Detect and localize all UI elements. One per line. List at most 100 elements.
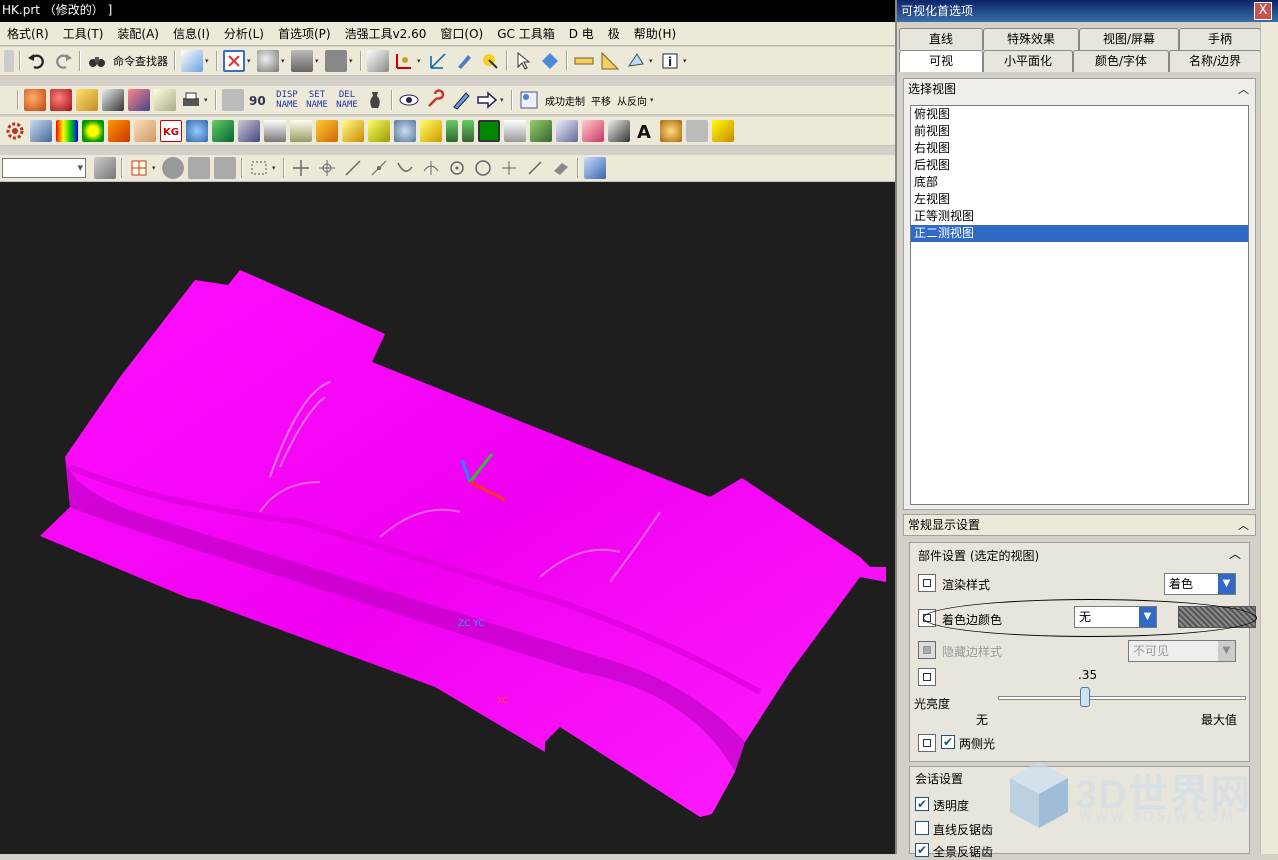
feature-icon[interactable] [188, 157, 210, 179]
grayed-icon[interactable] [686, 120, 708, 142]
printer-icon[interactable] [180, 89, 202, 111]
wrench-icon[interactable] [424, 89, 446, 111]
menu-tools[interactable]: 工具(T) [56, 23, 111, 45]
circle-center-icon[interactable] [446, 157, 468, 179]
part-icon[interactable] [94, 157, 116, 179]
list-item-front[interactable]: 前视图 [911, 123, 1248, 140]
menu-help[interactable]: 帮助(H) [627, 23, 683, 45]
snap-icon[interactable] [181, 50, 203, 72]
move-icon[interactable] [290, 157, 312, 179]
tab-lines[interactable]: 直线 [899, 28, 983, 50]
toolbar-edge-icon[interactable] [4, 50, 14, 72]
diamond-icon[interactable] [539, 50, 561, 72]
transparency-checkbox[interactable]: ✔ [915, 797, 929, 811]
faded-icon[interactable] [222, 89, 244, 111]
prt-icon[interactable] [238, 120, 260, 142]
measure-icon[interactable] [625, 50, 647, 72]
burst-icon[interactable] [342, 120, 364, 142]
list-item-trimetric[interactable]: 正二测视图 [911, 225, 1248, 242]
pipe-icon[interactable] [394, 120, 416, 142]
render-style-toggle[interactable] [918, 574, 936, 592]
tangent-icon[interactable] [420, 157, 442, 179]
yellow-block-icon[interactable] [76, 89, 98, 111]
menu-preferences[interactable]: 首选项(P) [271, 23, 338, 45]
two-sided-light-checkbox[interactable]: ✔ [941, 735, 955, 749]
success-button[interactable]: 成功走制 [545, 93, 585, 108]
list-item-back[interactable]: 后视图 [911, 157, 1248, 174]
close-icon[interactable]: X [1254, 2, 1272, 20]
two-sided-toggle[interactable] [918, 734, 936, 752]
list-item-bottom[interactable]: 底部 [911, 174, 1248, 191]
color-bars-icon[interactable] [56, 120, 78, 142]
snap-point-icon[interactable] [128, 157, 150, 179]
tab-visual[interactable]: 可视 [899, 50, 983, 72]
tab-handles[interactable]: 手柄 [1179, 28, 1261, 50]
rotate-90-icon[interactable]: 90 [248, 89, 270, 111]
brightness-toggle[interactable] [918, 668, 936, 686]
menu-ji[interactable]: 极 [601, 23, 627, 45]
pencil-body-icon[interactable] [154, 89, 176, 111]
list-item-left[interactable]: 左视图 [911, 191, 1248, 208]
shaded-body-icon[interactable] [24, 89, 46, 111]
midpoint-icon[interactable] [368, 157, 390, 179]
body-icon[interactable] [214, 157, 236, 179]
list-icon[interactable] [290, 120, 312, 142]
color-cube-icon[interactable] [582, 120, 604, 142]
orange-block-icon[interactable] [108, 120, 130, 142]
green-bar2-icon[interactable] [462, 120, 474, 142]
dialog-scrollbar[interactable] [1260, 22, 1278, 854]
set-name-button[interactable]: SET NAME [304, 90, 330, 110]
tab-view-screen[interactable]: 视图/屏幕 [1079, 28, 1179, 50]
full-antialias-checkbox[interactable]: ✔ [915, 843, 929, 857]
layout-icon[interactable] [518, 89, 540, 111]
tab-faceting[interactable]: 小平面化 [983, 50, 1073, 72]
del-name-button[interactable]: DEL NAME [334, 90, 360, 110]
selection-filter-combo[interactable] [2, 158, 86, 178]
axis-icon[interactable] [427, 50, 449, 72]
stairs-icon[interactable] [134, 120, 156, 142]
brightness-slider-track[interactable] [998, 696, 1246, 700]
curve-icon[interactable] [394, 157, 416, 179]
ab-list-icon[interactable] [504, 120, 526, 142]
black-solid-icon[interactable] [102, 89, 124, 111]
steps-icon[interactable] [316, 120, 338, 142]
menu-analysis[interactable]: 分析(L) [217, 23, 271, 45]
list-item-top[interactable]: 俯视图 [911, 106, 1248, 123]
green-rect-icon[interactable] [478, 120, 500, 142]
layer-icon[interactable] [325, 50, 347, 72]
blob-icon[interactable] [162, 157, 184, 179]
chevron-down-icon[interactable]: ▼ [1218, 574, 1235, 594]
redo-icon[interactable] [52, 50, 74, 72]
arrow-right-icon[interactable] [476, 89, 498, 111]
vase-icon[interactable] [364, 89, 386, 111]
select-arrow-icon[interactable] [513, 50, 535, 72]
edit-icon[interactable] [453, 50, 475, 72]
surface-point-icon[interactable] [550, 157, 572, 179]
green-bar-icon[interactable] [446, 120, 458, 142]
menu-gc-toolbox[interactable]: GC 工具箱 [490, 23, 562, 45]
menu-format[interactable]: 格式(R) [0, 23, 56, 45]
eye-icon[interactable] [398, 89, 420, 111]
graphics-viewport[interactable]: ZC YC XC [0, 182, 895, 854]
menu-info[interactable]: 信息(I) [166, 23, 217, 45]
quadrant-icon[interactable] [472, 157, 494, 179]
table-icon[interactable] [264, 120, 286, 142]
ruler-icon[interactable] [573, 50, 595, 72]
green-blocks-icon[interactable] [212, 120, 234, 142]
command-finder-button[interactable]: 命令查找器 [113, 53, 168, 69]
line-icon[interactable] [342, 157, 364, 179]
shaded-solid-icon[interactable] [257, 50, 279, 72]
list-item-isometric[interactable]: 正等测视图 [911, 208, 1248, 225]
reverse-button[interactable]: 从反向 [617, 93, 647, 108]
plus-icon[interactable] [498, 157, 520, 179]
square-overlap-icon[interactable] [608, 120, 630, 142]
wcs-icon[interactable] [393, 50, 415, 72]
magic-icon[interactable] [479, 50, 501, 72]
wire-body-icon[interactable] [128, 89, 150, 111]
palette-icon[interactable] [660, 120, 682, 142]
folder-icon[interactable] [420, 120, 442, 142]
chevron-up-icon[interactable]: ︿ [1229, 545, 1241, 562]
tab-color-font[interactable]: 颜色/字体 [1073, 50, 1169, 72]
tab-names-borders[interactable]: 名称/边界 [1169, 50, 1261, 72]
model-icon[interactable] [367, 50, 389, 72]
